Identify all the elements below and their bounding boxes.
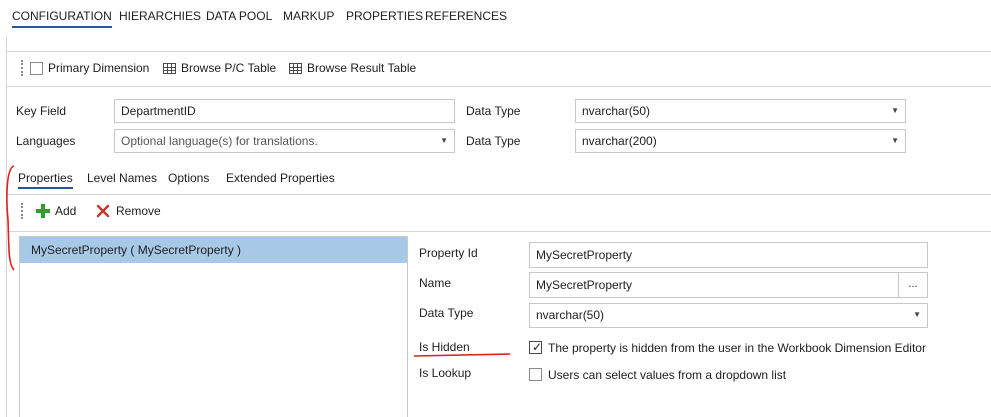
primary-dimension-checkbox[interactable] <box>30 61 43 75</box>
checkmark-icon: ✓ <box>532 340 543 354</box>
chevron-down-icon: ▼ <box>913 310 921 319</box>
tab-markup[interactable]: MARKUP <box>283 9 334 23</box>
property-id-input[interactable]: MySecretProperty <box>529 242 928 268</box>
key-field-label: Key Field <box>16 104 67 118</box>
browse-result-label: Browse Result Table <box>307 61 417 75</box>
chevron-down-icon: ▼ <box>891 136 899 145</box>
subtab-level-names[interactable]: Level Names <box>87 171 157 185</box>
remove-label: Remove <box>116 204 161 218</box>
is-lookup-description: Users can select values from a dropdown … <box>548 368 787 382</box>
select-value: nvarchar(50) <box>582 104 651 118</box>
name-input[interactable]: MySecretProperty <box>529 272 899 298</box>
languages-placeholder: Optional language(s) for translations. <box>121 134 318 148</box>
add-label: Add <box>55 204 77 218</box>
property-id-label: Property Id <box>419 246 478 260</box>
tab-data-pool[interactable]: DATA POOL <box>206 9 272 23</box>
chevron-down-icon: ▼ <box>891 106 899 115</box>
is-hidden-checkbox[interactable]: ✓ <box>529 340 543 354</box>
table-icon <box>289 62 302 74</box>
remove-button[interactable]: Remove <box>96 204 161 218</box>
key-field-input[interactable]: DepartmentID <box>114 99 455 123</box>
is-hidden-description: The property is hidden from the user in … <box>548 341 926 355</box>
close-icon <box>96 204 110 218</box>
divider <box>6 51 991 52</box>
list-item[interactable]: MySecretProperty ( MySecretProperty ) <box>20 237 407 263</box>
annotation-underline <box>413 353 511 357</box>
add-button[interactable]: Add <box>36 204 76 218</box>
name-label: Name <box>419 276 452 290</box>
languages-label: Languages <box>16 134 76 148</box>
browse-pc-table-button[interactable]: Browse P/C Table <box>163 61 276 75</box>
key-field-data-type-select[interactable]: nvarchar(50) ▼ <box>575 99 906 123</box>
browse-pc-label: Browse P/C Table <box>181 61 277 75</box>
chevron-down-icon: ▼ <box>440 136 448 145</box>
subtab-options[interactable]: Options <box>168 171 209 185</box>
languages-data-type-select[interactable]: nvarchar(200) ▼ <box>575 129 906 153</box>
table-icon <box>163 62 176 74</box>
select-value: nvarchar(200) <box>582 134 657 148</box>
data-type-label: Data Type <box>419 306 474 320</box>
is-lookup-checkbox[interactable] <box>529 368 542 381</box>
tab-hierarchies[interactable]: HIERARCHIES <box>119 9 201 23</box>
languages-select[interactable]: Optional language(s) for translations. ▼ <box>114 129 455 153</box>
subtab-extended-properties[interactable]: Extended Properties <box>226 171 335 185</box>
languages-data-type-label: Data Type <box>466 134 521 148</box>
tab-references[interactable]: REFERENCES <box>425 9 507 23</box>
select-value: nvarchar(50) <box>536 308 605 322</box>
tab-properties[interactable]: PROPERTIES <box>346 9 423 23</box>
primary-dimension-toggle[interactable]: Primary Dimension <box>30 61 149 75</box>
primary-dimension-label: Primary Dimension <box>48 61 150 75</box>
is-lookup-label: Is Lookup <box>419 366 472 380</box>
data-type-select[interactable]: nvarchar(50) ▼ <box>529 303 928 328</box>
annotation-bracket <box>6 165 15 271</box>
toolbar-grip[interactable] <box>21 60 23 76</box>
subtab-properties[interactable]: Properties <box>18 171 73 189</box>
toolbar-grip[interactable] <box>21 203 23 219</box>
browse-result-table-button[interactable]: Browse Result Table <box>289 61 416 75</box>
plus-icon <box>36 204 50 218</box>
divider <box>6 231 991 232</box>
property-list[interactable]: MySecretProperty ( MySecretProperty ) <box>19 236 408 417</box>
tab-configuration[interactable]: CONFIGURATION <box>12 9 112 28</box>
divider <box>6 194 991 195</box>
key-field-data-type-label: Data Type <box>466 104 521 118</box>
divider <box>6 86 991 87</box>
name-browse-button[interactable]: ... <box>898 272 928 298</box>
